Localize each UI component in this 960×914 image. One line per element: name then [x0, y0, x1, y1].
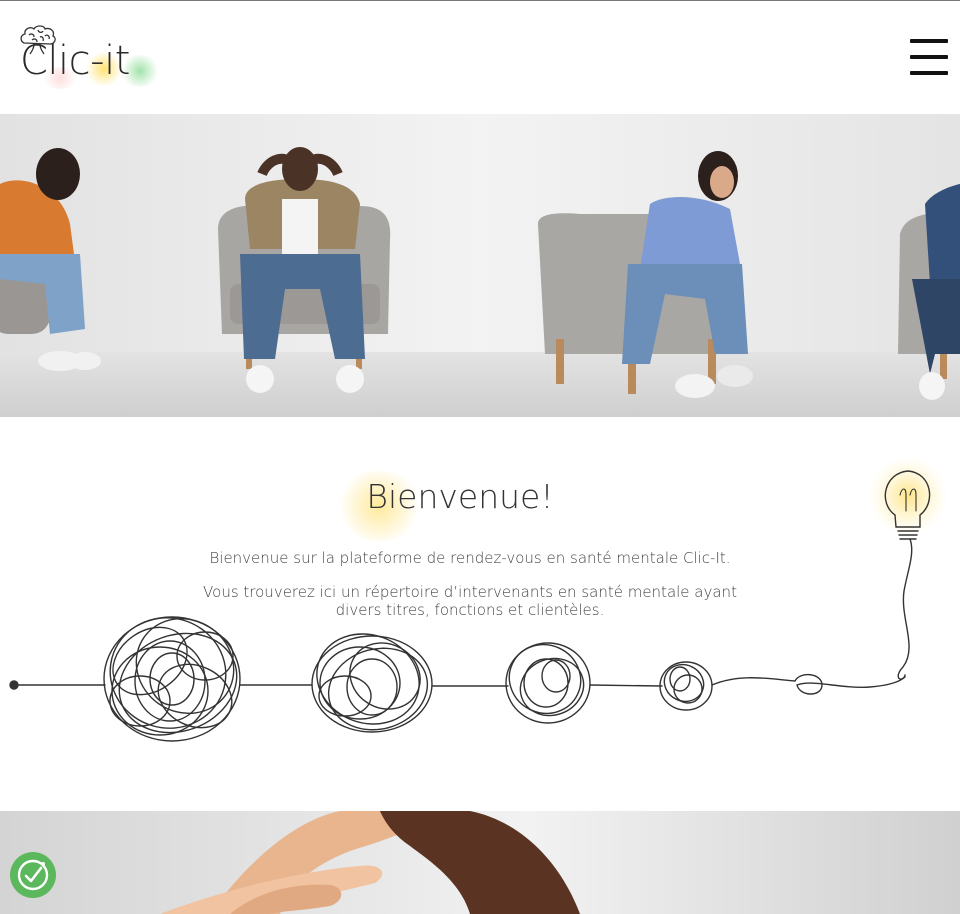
accessibility-button[interactable]: [10, 852, 56, 898]
scribble-4: [659, 661, 713, 711]
logo-text: Clic-it: [20, 38, 130, 84]
accessibility-check-icon: [17, 859, 49, 891]
menu-bar: [910, 39, 948, 43]
menu-bar: [910, 71, 948, 75]
hero-photo: [0, 114, 960, 417]
scribble-lightbulb-illustration: [9, 456, 948, 742]
hero-illustration: [0, 114, 960, 417]
menu-bar: [910, 55, 948, 59]
scribble-3: [505, 642, 591, 724]
hands-illustration: [160, 811, 580, 914]
site-header: Clic-it: [0, 1, 960, 114]
hands-photo: [0, 811, 960, 914]
scribble-2: [311, 633, 433, 733]
hamburger-menu-icon[interactable]: [910, 39, 948, 77]
scribble-1: [103, 616, 241, 742]
logo[interactable]: Clic-it: [16, 23, 166, 89]
